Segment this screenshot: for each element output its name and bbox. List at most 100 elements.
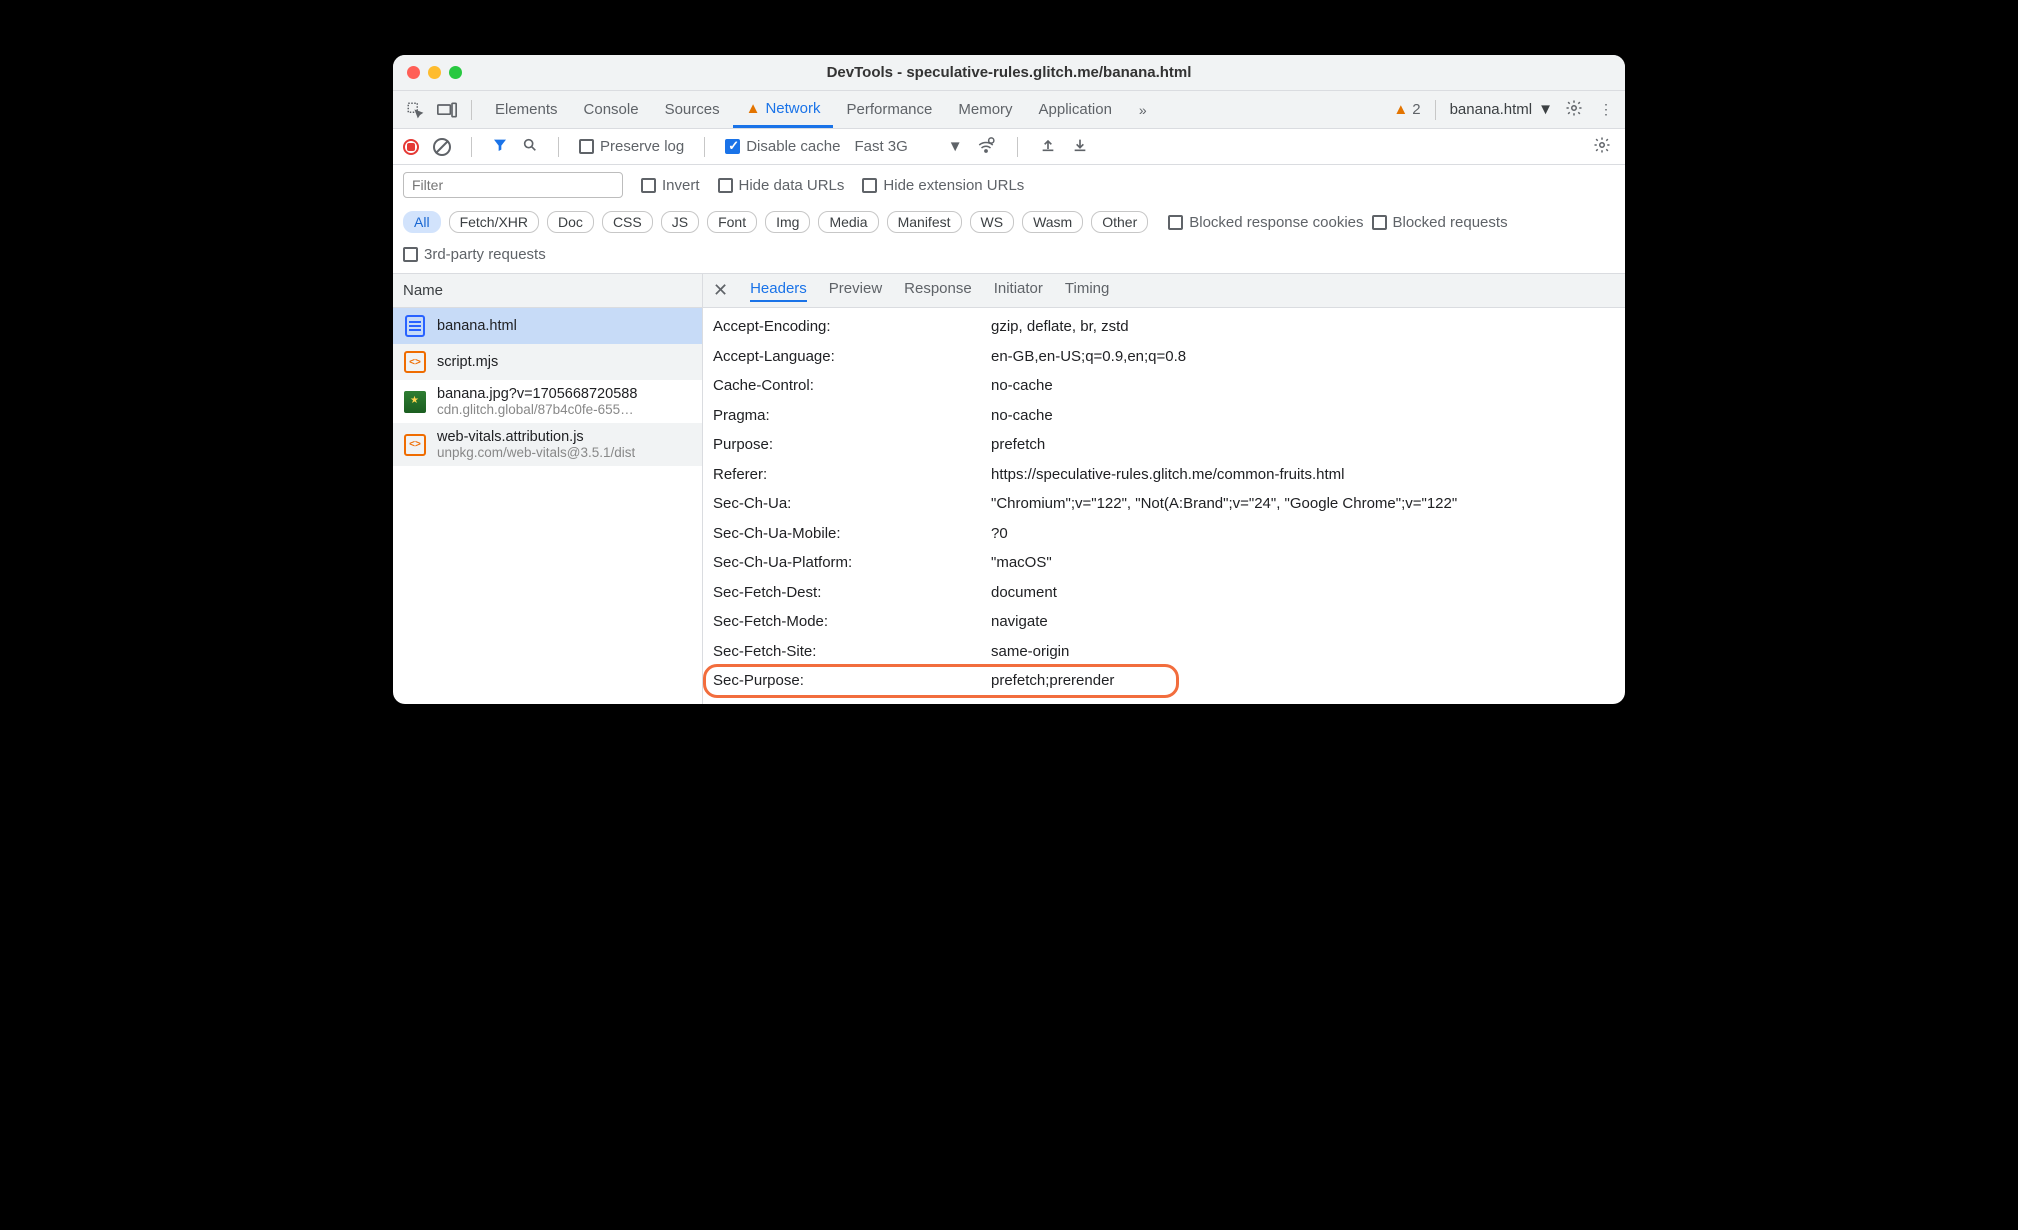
tabbar-right: ▲ 2 banana.html ▼ ⋮: [1393, 99, 1617, 120]
disable-cache-checkbox[interactable]: Disable cache: [725, 138, 840, 155]
panel-tab-sources[interactable]: Sources: [652, 91, 733, 128]
type-pill-img[interactable]: Img: [765, 211, 810, 233]
type-pill-css[interactable]: CSS: [602, 211, 653, 233]
third-party-checkbox[interactable]: 3rd-party requests: [403, 246, 1615, 263]
type-pill-font[interactable]: Font: [707, 211, 757, 233]
type-pill-wasm[interactable]: Wasm: [1022, 211, 1083, 233]
network-settings-gear-icon[interactable]: [1589, 136, 1615, 157]
panel-tab-console[interactable]: Console: [571, 91, 652, 128]
request-text: script.mjs: [437, 354, 498, 370]
clear-button[interactable]: [433, 138, 451, 156]
type-pill-other[interactable]: Other: [1091, 211, 1148, 233]
detail-tab-initiator[interactable]: Initiator: [994, 280, 1043, 302]
warnings-indicator[interactable]: ▲ 2: [1393, 101, 1420, 118]
device-toggle-icon[interactable]: [433, 96, 461, 124]
request-row[interactable]: <>web-vitals.attribution.jsunpkg.com/web…: [393, 423, 702, 466]
type-pill-all[interactable]: All: [403, 211, 441, 233]
record-button[interactable]: [403, 139, 419, 155]
header-value: no-cache: [991, 403, 1615, 429]
header-value: en-GB,en-US;q=0.9,en;q=0.8: [991, 344, 1615, 370]
request-row[interactable]: <> script.mjs: [393, 344, 702, 380]
separator: [558, 137, 559, 157]
header-name: Sec-Ch-Ua:: [713, 491, 991, 517]
header-row: Sec-Ch-Ua-Mobile:?0: [709, 519, 1619, 549]
detail-tab-preview[interactable]: Preview: [829, 280, 882, 302]
request-row[interactable]: banana.jpg?v=1705668720588cdn.glitch.glo…: [393, 380, 702, 423]
window-title: DevTools - speculative-rules.glitch.me/b…: [393, 64, 1625, 81]
more-tabs-icon[interactable]: »: [1129, 102, 1157, 118]
separator: [471, 137, 472, 157]
type-pill-doc[interactable]: Doc: [547, 211, 594, 233]
header-row: Sec-Fetch-Mode:navigate: [709, 607, 1619, 637]
filter-input[interactable]: [403, 172, 623, 198]
settings-gear-icon[interactable]: [1561, 99, 1587, 120]
request-domain: unpkg.com/web-vitals@3.5.1/dist: [437, 445, 635, 460]
preserve-log-checkbox[interactable]: Preserve log: [579, 138, 684, 155]
tab-label: Elements: [495, 101, 558, 118]
blocked-response-cookies-checkbox[interactable]: Blocked response cookies: [1168, 214, 1363, 231]
header-value: document: [991, 580, 1615, 606]
preserve-log-label: Preserve log: [600, 138, 684, 155]
checkbox-icon: [725, 139, 740, 154]
script-icon: <>: [403, 350, 427, 374]
blocked-requests-checkbox[interactable]: Blocked requests: [1372, 214, 1508, 231]
request-name: script.mjs: [437, 354, 498, 370]
chevron-down-icon: ▼: [948, 138, 963, 155]
headers-list[interactable]: Accept-Encoding:gzip, deflate, br, zstdA…: [703, 308, 1625, 704]
header-value: same-origin: [991, 639, 1615, 665]
panel-tab-network[interactable]: ▲Network: [733, 91, 834, 128]
panel-tab-performance[interactable]: Performance: [833, 91, 945, 128]
header-row: Sec-Fetch-Site:same-origin: [709, 637, 1619, 667]
panel-tab-application[interactable]: Application: [1026, 91, 1125, 128]
type-pill-fetchxhr[interactable]: Fetch/XHR: [449, 211, 539, 233]
detail-tab-timing[interactable]: Timing: [1065, 280, 1109, 302]
inspect-element-icon[interactable]: [401, 96, 429, 124]
request-detail-pane: ✕ HeadersPreviewResponseInitiatorTiming …: [703, 274, 1625, 704]
separator: [471, 100, 472, 120]
hide-data-urls-checkbox[interactable]: Hide data URLs: [718, 177, 845, 194]
titlebar: DevTools - speculative-rules.glitch.me/b…: [393, 55, 1625, 91]
invert-checkbox[interactable]: Invert: [641, 177, 700, 194]
header-name: Cache-Control:: [713, 373, 991, 399]
panel-tab-memory[interactable]: Memory: [945, 91, 1025, 128]
tab-label: Console: [584, 101, 639, 118]
close-detail-icon[interactable]: ✕: [713, 280, 728, 301]
search-icon[interactable]: [522, 137, 538, 156]
checkbox-icon: [641, 178, 656, 193]
panel-tab-elements[interactable]: Elements: [482, 91, 571, 128]
invert-label: Invert: [662, 177, 700, 194]
header-name: Purpose:: [713, 432, 991, 458]
detail-tab-headers[interactable]: Headers: [750, 280, 807, 302]
type-filter-row: All Fetch/XHR Doc CSS JS Font Img Media Manifest…: [393, 205, 1625, 240]
name-column-header[interactable]: Name: [393, 274, 702, 308]
network-conditions-icon[interactable]: [977, 137, 995, 156]
type-pill-ws[interactable]: WS: [970, 211, 1015, 233]
detail-tab-response[interactable]: Response: [904, 280, 972, 302]
separator: [1017, 137, 1018, 157]
tab-label: Sources: [665, 101, 720, 118]
blocked-requests-label: Blocked requests: [1393, 214, 1508, 231]
header-row: Accept-Encoding:gzip, deflate, br, zstd: [709, 312, 1619, 342]
network-toolbar: Preserve log Disable cache Fast 3G ▼: [393, 129, 1625, 165]
type-pill-media[interactable]: Media: [818, 211, 878, 233]
warning-icon: ▲: [746, 100, 761, 117]
download-har-icon[interactable]: [1072, 137, 1088, 156]
upload-har-icon[interactable]: [1040, 137, 1056, 156]
type-pill-js[interactable]: JS: [661, 211, 699, 233]
header-value: "macOS": [991, 550, 1615, 576]
kebab-menu-icon[interactable]: ⋮: [1595, 101, 1617, 118]
tab-label: Memory: [958, 101, 1012, 118]
target-selector[interactable]: banana.html ▼: [1450, 101, 1553, 118]
type-pill-manifest[interactable]: Manifest: [887, 211, 962, 233]
devtools-window: DevTools - speculative-rules.glitch.me/b…: [393, 55, 1625, 704]
request-row[interactable]: banana.html: [393, 308, 702, 344]
network-conditions-icons: [977, 137, 1088, 157]
header-name: Sec-Fetch-Dest:: [713, 580, 991, 606]
hide-extension-urls-checkbox[interactable]: Hide extension URLs: [862, 177, 1024, 194]
filter-toggle-icon[interactable]: [492, 137, 508, 156]
throttling-selector[interactable]: Fast 3G ▼: [854, 138, 962, 155]
detail-tabs: ✕ Headers Preview Response Initiator Timing: [703, 274, 1625, 308]
header-name: Sec-Ch-Ua-Mobile:: [713, 521, 991, 547]
header-row: Accept-Language:en-GB,en-US;q=0.9,en;q=0…: [709, 342, 1619, 372]
header-value: "Chromium";v="122", "Not(A:Brand";v="24"…: [991, 491, 1615, 517]
